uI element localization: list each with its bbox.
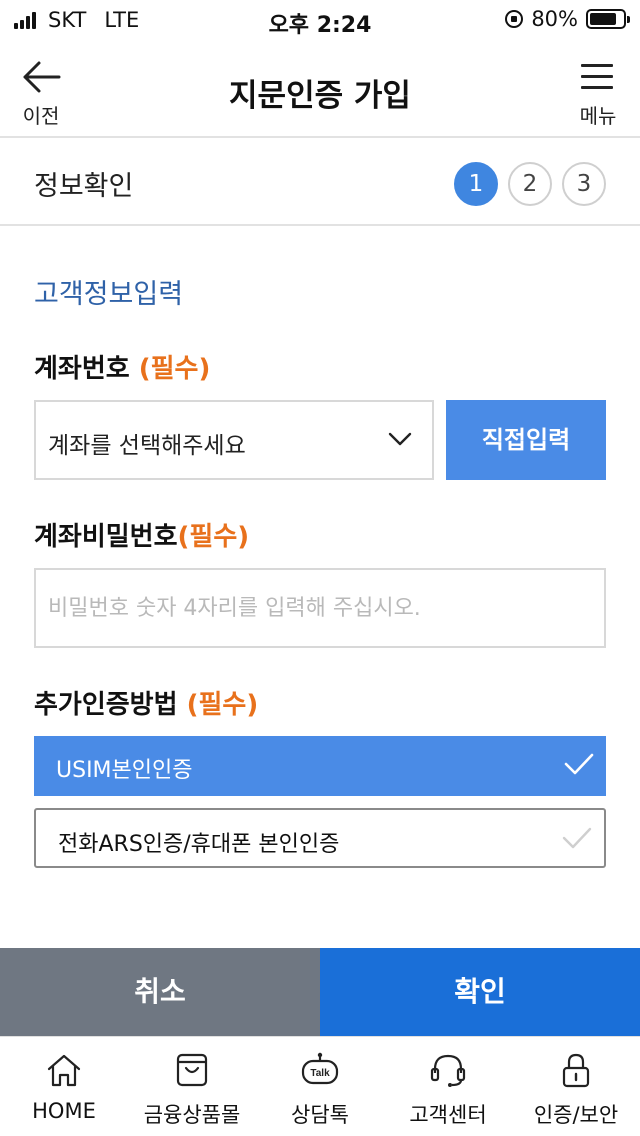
account-password-label: 계좌비밀번호(필수) bbox=[34, 516, 249, 553]
chevron-down-icon bbox=[388, 432, 412, 446]
step-3: 3 bbox=[562, 162, 606, 206]
rotation-lock-icon bbox=[505, 10, 524, 28]
tab-label: HOME bbox=[32, 1099, 96, 1123]
usim-auth-option[interactable]: USIM본인인증 bbox=[34, 736, 606, 796]
account-password-input[interactable] bbox=[34, 568, 606, 648]
step-indicator: 1 2 3 bbox=[444, 162, 606, 206]
app-header: 이전 지문인증 가입 메뉴 bbox=[0, 40, 640, 138]
shopping-bag-icon bbox=[176, 1053, 208, 1087]
bottom-tab-bar: HOME 금융상품몰 Talk 상담톡 고객센터 인증/보안 bbox=[0, 1036, 640, 1136]
tab-financial-mall[interactable]: 금융상품몰 bbox=[128, 1037, 256, 1136]
account-password-label-text: 계좌비밀번호 bbox=[34, 522, 178, 552]
required-mark: (필수) bbox=[138, 354, 211, 384]
tab-label: 인증/보안 bbox=[533, 1103, 619, 1127]
account-select-value: 계좌를 선택해주세요 bbox=[48, 433, 246, 459]
ars-phone-auth-option[interactable]: 전화ARS인증/휴대폰 본인인증 bbox=[34, 808, 606, 868]
menu-button[interactable]: 메뉴 bbox=[568, 54, 628, 134]
talk-icon-text: Talk bbox=[310, 1068, 330, 1079]
battery-percent: 80% bbox=[531, 7, 578, 31]
hamburger-menu-icon bbox=[581, 64, 613, 97]
account-number-label: 계좌번호 (필수) bbox=[34, 348, 210, 385]
step-indicator-row: 정보확인 1 2 3 bbox=[0, 140, 640, 226]
step-title: 정보확인 bbox=[34, 171, 134, 202]
status-bar: SKT LTE 오후 2:24 80% bbox=[0, 0, 640, 40]
check-icon bbox=[564, 753, 594, 775]
lock-icon bbox=[562, 1053, 590, 1088]
tab-customer-center[interactable]: 고객센터 bbox=[384, 1037, 512, 1136]
home-icon bbox=[47, 1054, 81, 1087]
direct-input-button[interactable]: 직접입력 bbox=[446, 400, 606, 480]
auth-method-label: 추가인증방법 (필수) bbox=[34, 684, 258, 721]
headset-icon bbox=[430, 1054, 466, 1087]
tab-label: 상담톡 bbox=[291, 1103, 349, 1127]
usim-auth-option-label: USIM본인인증 bbox=[56, 758, 193, 783]
required-mark: (필수) bbox=[177, 522, 250, 552]
check-icon bbox=[562, 827, 592, 849]
auth-method-label-text: 추가인증방법 bbox=[34, 690, 178, 720]
ars-phone-auth-option-label: 전화ARS인증/휴대폰 본인인증 bbox=[58, 832, 340, 857]
section-title: 고객정보입력 bbox=[34, 279, 184, 310]
talk-chat-icon: Talk bbox=[301, 1052, 339, 1085]
menu-label: 메뉴 bbox=[579, 104, 617, 128]
tab-home[interactable]: HOME bbox=[0, 1037, 128, 1136]
tab-auth-security[interactable]: 인증/보안 bbox=[512, 1037, 640, 1136]
tab-label: 고객센터 bbox=[409, 1103, 487, 1127]
battery-fill bbox=[590, 13, 616, 25]
tab-consult-talk[interactable]: Talk 상담톡 bbox=[256, 1037, 384, 1136]
tab-label: 금융상품몰 bbox=[143, 1103, 241, 1127]
confirm-button[interactable]: 확인 bbox=[320, 948, 640, 1036]
step-2: 2 bbox=[508, 162, 552, 206]
required-mark: (필수) bbox=[186, 690, 259, 720]
status-right: 80% bbox=[505, 7, 630, 31]
step-1: 1 bbox=[454, 162, 498, 206]
account-number-label-text: 계좌번호 bbox=[34, 354, 130, 384]
page-title: 지문인증 가입 bbox=[229, 78, 411, 114]
account-select[interactable]: 계좌를 선택해주세요 bbox=[34, 400, 434, 480]
cancel-button[interactable]: 취소 bbox=[0, 948, 320, 1036]
battery-icon bbox=[586, 9, 630, 29]
